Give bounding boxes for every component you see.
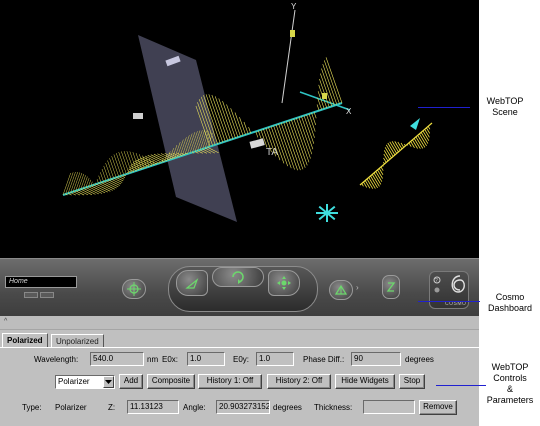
viewpoint-field[interactable]: Home [5, 276, 77, 288]
axis-marker-top[interactable] [290, 30, 295, 37]
wavelength-unit: nm [147, 355, 159, 364]
remove-button[interactable]: Remove [419, 400, 457, 415]
wavelength-field[interactable]: 540.0 [90, 352, 144, 366]
scene-annotation-line-1: WebTOP [486, 96, 524, 106]
tab-unpolarized[interactable]: Unpolarized [51, 334, 104, 347]
controls-annotation-line-3: & [506, 384, 513, 394]
tilt-caret-icon: › [356, 283, 359, 292]
x-axis-label: X [346, 107, 352, 116]
hide-widgets-button[interactable]: Hide Widgets [335, 374, 395, 389]
cosmo-logo-icon: ? [433, 275, 465, 293]
dashboard-annotation-line-1: Cosmo [495, 292, 525, 302]
cyan-arrow-widget[interactable] [410, 118, 420, 130]
scene-canvas[interactable]: Y X TA [0, 0, 479, 258]
controls-annotation-line-4: Parameters [486, 395, 534, 405]
polarizer-plane[interactable] [138, 35, 237, 222]
rotate-button[interactable] [212, 267, 264, 287]
polarization-ellipse [359, 122, 433, 189]
tilt-icon [334, 284, 348, 295]
webtop-controls-panel: Polarized Unpolarized Wavelength: 540.0 … [0, 330, 479, 426]
thickness-field[interactable] [363, 400, 415, 414]
wavelength-label: Wavelength: [34, 355, 79, 364]
tab-polarized[interactable]: Polarized [2, 333, 48, 348]
type-value: Polarizer [55, 403, 87, 412]
prev-viewpoint-button[interactable] [24, 292, 38, 298]
scene-annotation-line [418, 107, 470, 108]
cosmo-logo[interactable]: ? COSMO [429, 271, 469, 309]
controls-annotation-line [436, 385, 486, 386]
collapse-caret-icon[interactable]: ^ [4, 318, 7, 325]
scene-annotation-line-2: Scene [492, 107, 518, 117]
e0y-label: E0y: [233, 355, 250, 364]
pan-button[interactable] [268, 270, 300, 296]
angle-unit: degrees [273, 403, 302, 412]
thickness-label: Thickness: [314, 403, 353, 412]
angle-field[interactable]: 20.903273152 [216, 400, 270, 414]
y-axis [281, 9, 296, 104]
zoom-button[interactable] [382, 275, 400, 299]
e0x-field[interactable]: 1.0 [187, 352, 225, 366]
type-label: Type: [22, 403, 42, 412]
rotate-icon [232, 271, 244, 284]
cosmo-dashboard: Home › ? COSMO [0, 258, 479, 316]
history-2-button[interactable]: History 2: Off [267, 374, 331, 389]
phase-diff-label: Phase Diff.: [303, 355, 345, 364]
polarizer-label: TA [266, 147, 278, 158]
pan-icon [277, 276, 291, 290]
element-select[interactable]: Polarizer [55, 375, 115, 389]
z-field[interactable]: 11.13123 [127, 400, 179, 414]
next-viewpoint-button[interactable] [40, 292, 54, 298]
polarized-tab-body: Wavelength: 540.0 nm E0x: 1.0 E0y: 1.0 P… [0, 347, 479, 426]
controls-header-strip: ^ [0, 316, 479, 330]
chevron-down-icon[interactable] [103, 376, 114, 388]
walk-icon [185, 278, 199, 289]
zoom-icon [386, 282, 396, 292]
angle-widget[interactable] [249, 138, 265, 149]
phase-diff-unit: degrees [405, 355, 434, 364]
controls-annotation: WebTOP Controls & Parameters [480, 362, 540, 406]
phase-diff-field[interactable]: 90 [351, 352, 401, 366]
star-widget[interactable] [316, 204, 338, 222]
e0x-label: E0x: [162, 355, 179, 364]
element-select-value: Polarizer [58, 377, 90, 386]
angle-label: Angle: [183, 403, 206, 412]
y-axis-label: Y [291, 2, 297, 11]
controls-annotation-line-2: Controls [493, 373, 527, 383]
dashboard-annotation-line [418, 301, 480, 302]
scene-annotation: WebTOP Scene [470, 96, 540, 118]
tilt-button[interactable] [329, 280, 353, 300]
add-button[interactable]: Add [119, 374, 143, 389]
walk-button[interactable] [176, 270, 208, 296]
history-widget[interactable] [133, 113, 143, 119]
stop-button[interactable]: Stop [399, 374, 425, 389]
dashboard-annotation-line-2: Dashboard [487, 303, 533, 313]
goto-icon [127, 282, 141, 296]
z-label: Z: [108, 403, 116, 412]
composite-button[interactable]: Composite [147, 374, 195, 389]
dashboard-annotation: Cosmo Dashboard [480, 292, 540, 314]
e0y-field[interactable]: 1.0 [256, 352, 294, 366]
history-1-button[interactable]: History 1: Off [198, 374, 262, 389]
goto-button[interactable] [122, 279, 146, 299]
controls-annotation-line-1: WebTOP [491, 362, 529, 372]
webtop-scene[interactable]: Y X TA [0, 0, 479, 258]
svg-text:?: ? [435, 278, 438, 284]
axis-marker-mid[interactable] [322, 93, 327, 99]
